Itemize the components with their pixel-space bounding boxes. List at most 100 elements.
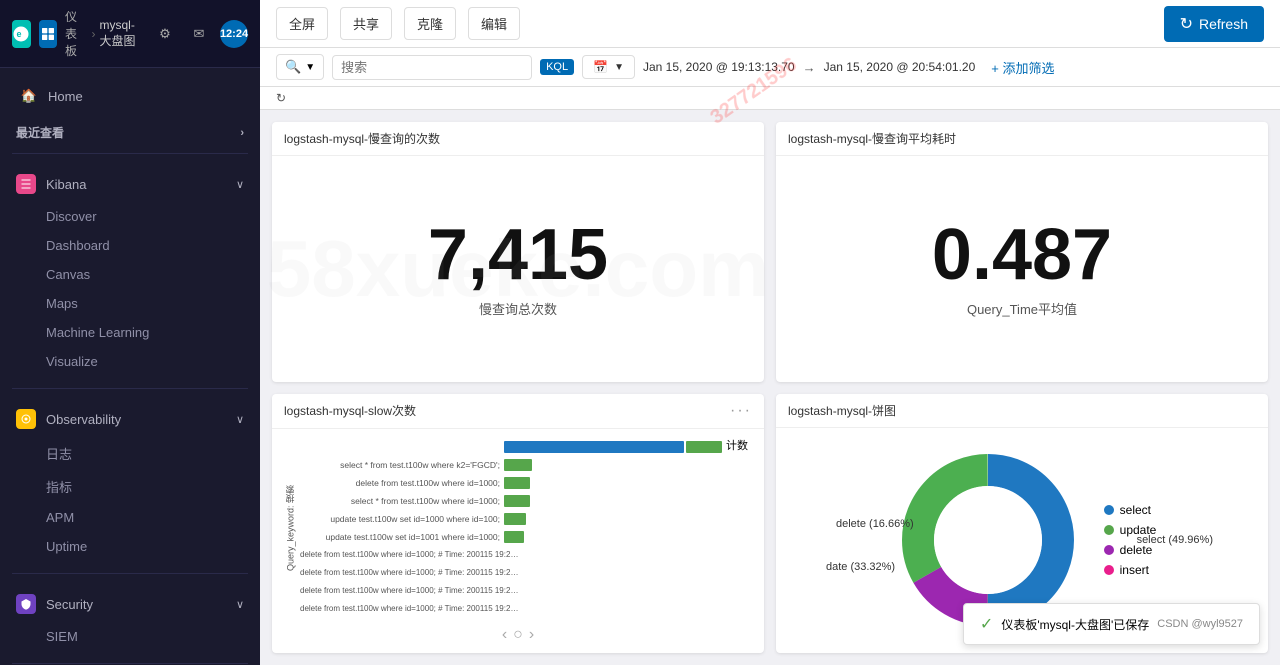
search-input-wrap[interactable] bbox=[332, 55, 532, 80]
bar-green-1 bbox=[504, 459, 532, 471]
bar-label-8: delete from test.t100w where id=1000; # … bbox=[300, 586, 520, 595]
observability-section-header[interactable]: Observability ∨ bbox=[16, 401, 244, 437]
panel1-body: 58xueke.com 7,415 慢查询总次数 bbox=[272, 156, 764, 382]
nav-section-observability: Observability ∨ 日志 指标 APM Uptime bbox=[0, 393, 260, 569]
bar-track-6 bbox=[524, 548, 756, 562]
prev-page[interactable]: ‹ bbox=[502, 626, 507, 644]
sidebar-item-discover[interactable]: Discover bbox=[46, 202, 244, 231]
panel-avg-query-time: logstash-mysql-慢查询平均耗时 0.487 Query_Time平… bbox=[776, 122, 1268, 382]
sidebar-item-home[interactable]: 🏠 Home bbox=[4, 77, 256, 115]
panel3-menu[interactable]: ··· bbox=[730, 402, 752, 420]
add-filter-link[interactable]: + 添加筛选 bbox=[991, 58, 1054, 77]
bar-label-7: delete from test.t100w where id=1000; # … bbox=[300, 568, 520, 577]
legend-circle-update bbox=[1104, 525, 1114, 535]
metric-value-queries: 7,415 bbox=[428, 219, 608, 291]
sidebar-item-canvas[interactable]: Canvas bbox=[46, 260, 244, 289]
sidebar: e 仪表板 › mysql-大盘图 ⚙ ✉ 12:24 🏠 Home 最近查看 … bbox=[0, 0, 260, 665]
panel4-header: logstash-mysql-饼图 bbox=[776, 394, 1268, 428]
notifications-icon[interactable]: ✉ bbox=[186, 21, 212, 47]
bar-green-2 bbox=[504, 477, 530, 489]
time-chevron: ▼ bbox=[614, 62, 624, 73]
panel-slow-query-count: logstash-mysql-慢查询的次数 58xueke.com 7,415 … bbox=[272, 122, 764, 382]
sidebar-item-ml[interactable]: Machine Learning bbox=[46, 318, 244, 347]
main-content: 全屏 共享 克隆 编辑 ↻ Refresh 🔍 ▼ KQL 📅 ▼ Jan 15… bbox=[260, 0, 1280, 665]
next-page[interactable]: › bbox=[529, 626, 534, 644]
divider bbox=[12, 153, 248, 154]
avatar[interactable]: 12:24 bbox=[220, 20, 248, 48]
filter-type-selector[interactable]: 🔍 ▼ bbox=[276, 54, 324, 80]
sidebar-item-logs[interactable]: 日志 bbox=[46, 437, 244, 470]
svg-text:e: e bbox=[17, 29, 22, 39]
sidebar-item-visualize[interactable]: Visualize bbox=[46, 347, 244, 376]
divider4 bbox=[12, 663, 248, 664]
sidebar-item-uptime[interactable]: Uptime bbox=[46, 532, 244, 561]
legend-circle-delete bbox=[1104, 545, 1114, 555]
sidebar-item-dashboard[interactable]: Dashboard bbox=[46, 231, 244, 260]
panel-bar-chart: logstash-mysql-slow次数 ··· 计数 Query_keywo… bbox=[272, 394, 764, 654]
chart-legend: 计数 bbox=[714, 437, 748, 453]
bar-row-0 bbox=[300, 438, 756, 456]
elastic-logo[interactable]: e bbox=[12, 20, 31, 48]
refresh-button[interactable]: ↻ Refresh bbox=[1164, 6, 1264, 42]
sidebar-item-apm[interactable]: APM bbox=[46, 503, 244, 532]
time-filter[interactable]: 📅 ▼ bbox=[582, 55, 635, 79]
bar-row-9: delete from test.t100w where id=1000; # … bbox=[300, 600, 756, 618]
kibana-icon bbox=[16, 174, 36, 194]
toast-check-icon: ✓ bbox=[980, 614, 993, 634]
kibana-sub-items: Discover Dashboard Canvas Maps Machine L… bbox=[16, 202, 244, 376]
panel2-body: 0.487 Query_Time平均值 bbox=[776, 156, 1268, 382]
nav-section-kibana: Kibana ∨ Discover Dashboard Canvas Maps … bbox=[0, 158, 260, 384]
bar-track-9 bbox=[524, 602, 756, 616]
kibana-section-header[interactable]: Kibana ∨ bbox=[16, 166, 244, 202]
page-dot[interactable]: ○ bbox=[513, 626, 523, 644]
time-start: Jan 15, 2020 @ 19:13:13.70 bbox=[643, 60, 795, 74]
legend-label-insert: insert bbox=[1120, 563, 1149, 577]
filter-row2: ↻ bbox=[260, 87, 1280, 110]
toolbar: 全屏 共享 克隆 编辑 ↻ Refresh bbox=[260, 0, 1280, 48]
clone-button[interactable]: 克隆 bbox=[404, 7, 456, 40]
small-refresh-icon[interactable]: ↻ bbox=[276, 91, 286, 105]
sidebar-item-metrics[interactable]: 指标 bbox=[46, 470, 244, 503]
sidebar-item-maps[interactable]: Maps bbox=[46, 289, 244, 318]
observability-icon bbox=[16, 409, 36, 429]
recently-viewed[interactable]: 最近查看 › bbox=[0, 116, 260, 149]
panel3-header: logstash-mysql-slow次数 ··· bbox=[272, 394, 764, 429]
fullscreen-button[interactable]: 全屏 bbox=[276, 7, 328, 40]
donut-label-select: select (49.96%) bbox=[1137, 534, 1213, 546]
panel4-title: logstash-mysql-饼图 bbox=[788, 402, 896, 419]
app-icon[interactable] bbox=[39, 20, 58, 48]
bar-row-8: delete from test.t100w where id=1000; # … bbox=[300, 582, 756, 600]
security-icon bbox=[16, 594, 36, 614]
time-end: Jan 15, 2020 @ 20:54:01.20 bbox=[824, 60, 976, 74]
obs-chevron: ∨ bbox=[236, 413, 244, 426]
bar-row-7: delete from test.t100w where id=1000; # … bbox=[300, 564, 756, 582]
sidebar-item-siem[interactable]: SIEM bbox=[46, 622, 244, 651]
settings-icon[interactable]: ⚙ bbox=[152, 21, 178, 47]
bar-row-6: delete from test.t100w where id=1000; # … bbox=[300, 546, 756, 564]
chart-area: Query_keyword: 搜索 select * from t bbox=[280, 434, 756, 622]
security-sub-items: SIEM bbox=[16, 622, 244, 651]
filter-icon: 🔍 bbox=[285, 59, 301, 75]
metric-label-queries: 慢查询总次数 bbox=[479, 299, 557, 318]
dashboard-grid: logstash-mysql-慢查询的次数 58xueke.com 7,415 … bbox=[260, 110, 1280, 665]
bar-track-4 bbox=[504, 512, 756, 526]
edit-button[interactable]: 编辑 bbox=[468, 7, 520, 40]
bar-row-2: delete from test.t100w where id=1000; bbox=[300, 474, 756, 492]
filter-row: 🔍 ▼ KQL 📅 ▼ Jan 15, 2020 @ 19:13:13.70 →… bbox=[260, 48, 1280, 87]
legend-label-count: 计数 bbox=[726, 437, 748, 453]
bar-green-5 bbox=[504, 531, 524, 543]
nav-section-security: Security ∨ SIEM bbox=[0, 578, 260, 659]
share-button[interactable]: 共享 bbox=[340, 7, 392, 40]
bar-label-1: select * from test.t100w where k2='FGCD'… bbox=[300, 460, 500, 470]
bar-row-3: select * from test.t100w where id=1000; bbox=[300, 492, 756, 510]
kql-selector[interactable]: KQL bbox=[540, 59, 574, 75]
divider2 bbox=[12, 388, 248, 389]
y-axis-label: Query_keyword: 搜索 bbox=[280, 434, 300, 622]
search-input[interactable] bbox=[341, 60, 523, 75]
security-section-header[interactable]: Security ∨ bbox=[16, 586, 244, 622]
toast-user: CSDN @wyl9527 bbox=[1157, 618, 1243, 630]
legend-label-select: select bbox=[1120, 503, 1151, 517]
bar-track-8 bbox=[524, 584, 756, 598]
refresh-icon: ↻ bbox=[1180, 14, 1193, 34]
bar-track-5 bbox=[504, 530, 756, 544]
